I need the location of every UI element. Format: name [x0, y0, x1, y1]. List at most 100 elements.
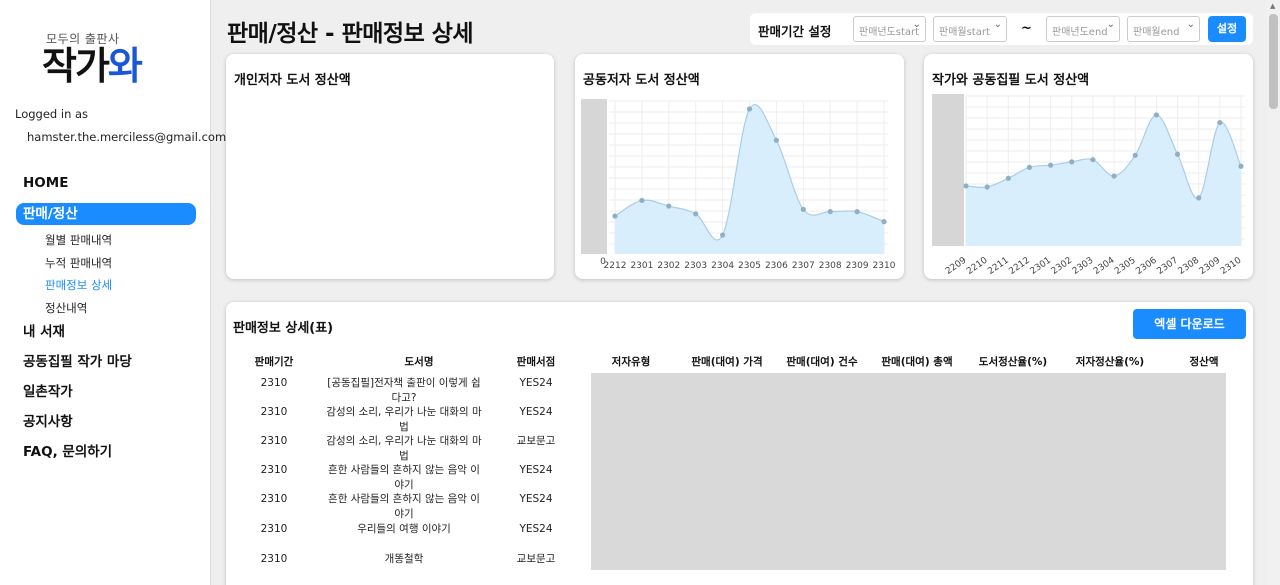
month-start-select[interactable]: 판매월start	[933, 16, 1007, 42]
x-tick-label: 2302	[1050, 256, 1074, 277]
nav-writers[interactable]: 일촌작가	[16, 382, 196, 402]
x-tick-label: 2304	[711, 261, 734, 271]
x-tick-label: 2212	[604, 261, 627, 271]
scroll-thumb[interactable]	[1269, 14, 1278, 109]
cell-book-title-cont: 다고?	[391, 392, 417, 404]
y-tick-label: 0	[600, 257, 606, 267]
data-point	[746, 106, 753, 112]
nav-faq[interactable]: FAQ, 문의하기	[16, 442, 196, 462]
table-placeholder-block	[591, 373, 1226, 570]
table-header-cell: 판매기간	[254, 356, 294, 368]
period-filter: 판매기간 설정 판매년도start 판매월start ~ 판매년도end 판매월…	[750, 13, 1253, 45]
cell-book-title-cont: 야기	[394, 479, 414, 491]
data-point	[1217, 119, 1223, 126]
nav-sub-cumulative[interactable]: 누적 판매내역	[16, 252, 196, 275]
data-point	[1026, 164, 1033, 170]
x-tick-label: 2305	[1113, 256, 1137, 277]
nav-joint[interactable]: 공동집필 작가 마당	[16, 352, 196, 372]
x-tick-label: 2305	[738, 261, 761, 271]
cell-period: 2310	[260, 523, 288, 535]
data-point	[827, 209, 833, 215]
cell-store: YES24	[519, 464, 553, 476]
personal-chart-title: 개인저자 도서 정산액	[234, 73, 351, 88]
x-tick-label: 2303	[1071, 256, 1095, 277]
year-start-select[interactable]: 판매년도start	[853, 16, 926, 42]
data-point	[639, 197, 645, 204]
cell-book-title: 우리들의 여행 이야기	[357, 523, 451, 535]
data-point	[666, 203, 672, 209]
x-tick-label: 2306	[1134, 255, 1159, 276]
scrollbar[interactable]: ▲	[1267, 0, 1280, 585]
cell-store: YES24	[519, 493, 553, 505]
cell-book-title-cont: 야기	[394, 508, 414, 520]
month-end-select[interactable]: 판매월end	[1127, 16, 1200, 42]
nav-home[interactable]: HOME	[16, 173, 196, 193]
x-tick-label: 2309	[1198, 255, 1223, 276]
cell-store: YES24	[519, 406, 553, 418]
cell-period: 2310	[260, 464, 288, 476]
x-tick-label: 2307	[1155, 256, 1179, 277]
x-tick-label: 2310	[1219, 255, 1244, 276]
x-tick-label: 2304	[1092, 255, 1117, 276]
data-point	[773, 137, 779, 143]
x-tick-label: 2301	[1029, 256, 1053, 277]
cell-book-title: 흔한 사람들의 흔하지 않는 음악 이	[328, 493, 480, 505]
year-end-select[interactable]: 판매년도end	[1046, 16, 1120, 42]
cell-book-title: 개똥철학	[384, 553, 424, 565]
x-tick-label: 2307	[792, 261, 815, 271]
joint-chart-card: 작가와 공동집필 도서 정산액 2209 2210 2211 2212 2301 2302…	[924, 54, 1253, 279]
table-header-cell: 도서명	[404, 356, 434, 368]
period-label: 판매기간 설정	[758, 24, 832, 39]
data-point	[612, 213, 618, 219]
data-point	[1132, 152, 1138, 158]
nav-sub-detail[interactable]: 판매정보 상세	[16, 274, 196, 297]
sidebar-nav: HOME 판매/정산 월별 판매내역 누적 판매내역 판매정보 상세 정산내역 …	[16, 173, 196, 472]
cell-store: YES24	[519, 523, 553, 535]
login-email: hamster.the.merciless@gmail.com	[27, 130, 227, 144]
series-area	[615, 104, 884, 254]
excel-download-button[interactable]: 엑셀 다운로드	[1133, 309, 1246, 339]
set-period-button[interactable]: 설정	[1208, 16, 1246, 42]
login-label: Logged in as	[15, 107, 89, 121]
table-header-cell: 정산액	[1189, 356, 1219, 368]
sidebar: 모두의 출판사 작가와 Logged in as hamster.the.mer…	[0, 0, 226, 585]
cell-book-title: 흔한 사람들의 흔하지 않는 음악 이	[328, 464, 480, 476]
data-point	[881, 219, 887, 225]
data-point	[1069, 159, 1075, 165]
cell-book-title: [공동집필]전자책 출판이 이렇게 쉽	[327, 377, 481, 389]
data-point	[1238, 163, 1244, 169]
data-point	[1048, 162, 1054, 168]
nav-sub-settlement[interactable]: 정산내역	[16, 297, 196, 320]
y-axis-band	[581, 99, 607, 254]
cell-period: 2310	[260, 377, 288, 389]
x-tick-label: 2302	[657, 261, 680, 271]
logo[interactable]: 모두의 출판사 작가와	[42, 30, 143, 88]
data-point	[963, 183, 969, 189]
data-point	[693, 211, 699, 217]
cell-book-title-cont: 법	[399, 421, 409, 433]
data-point	[1090, 157, 1096, 163]
data-point	[800, 206, 806, 212]
cell-store: 교보문고	[516, 435, 556, 447]
nav-sales[interactable]: 판매/정산	[16, 203, 196, 225]
x-tick-label: 2212	[1007, 256, 1031, 277]
logo-title: 작가와	[42, 44, 143, 88]
page-title: 판매/정산 - 판매정보 상세	[227, 21, 474, 47]
personal-chart-card: 개인저자 도서 정산액	[226, 54, 554, 279]
nav-library[interactable]: 내 서재	[16, 322, 196, 342]
nav-notice[interactable]: 공지사항	[16, 412, 196, 432]
detail-table-card: 판매정보 상세(표) 엑셀 다운로드 판매기간 도서명 판매서점 저자유형 판매(대여)…	[226, 302, 1253, 585]
login-info: Logged in as hamster.the.merciless@gmail…	[15, 107, 226, 144]
x-tick-label: 2211	[986, 256, 1010, 277]
data-point	[720, 232, 726, 238]
cell-period: 2310	[260, 493, 288, 505]
x-tick-label: 2209	[944, 255, 969, 276]
data-point	[854, 209, 860, 215]
period-tilde: ~	[1021, 21, 1032, 36]
data-point	[1005, 175, 1011, 181]
x-tick-label: 2306	[765, 261, 788, 271]
coauthor-chart-card: 공동저자 도서 정산액 2212 2301 2302 2303 2304 2305 2306…	[575, 54, 904, 279]
scroll-up-icon[interactable]: ▲	[1270, 2, 1275, 10]
nav-sub-monthly[interactable]: 월별 판매내역	[16, 229, 196, 252]
cell-period: 2310	[260, 553, 288, 565]
